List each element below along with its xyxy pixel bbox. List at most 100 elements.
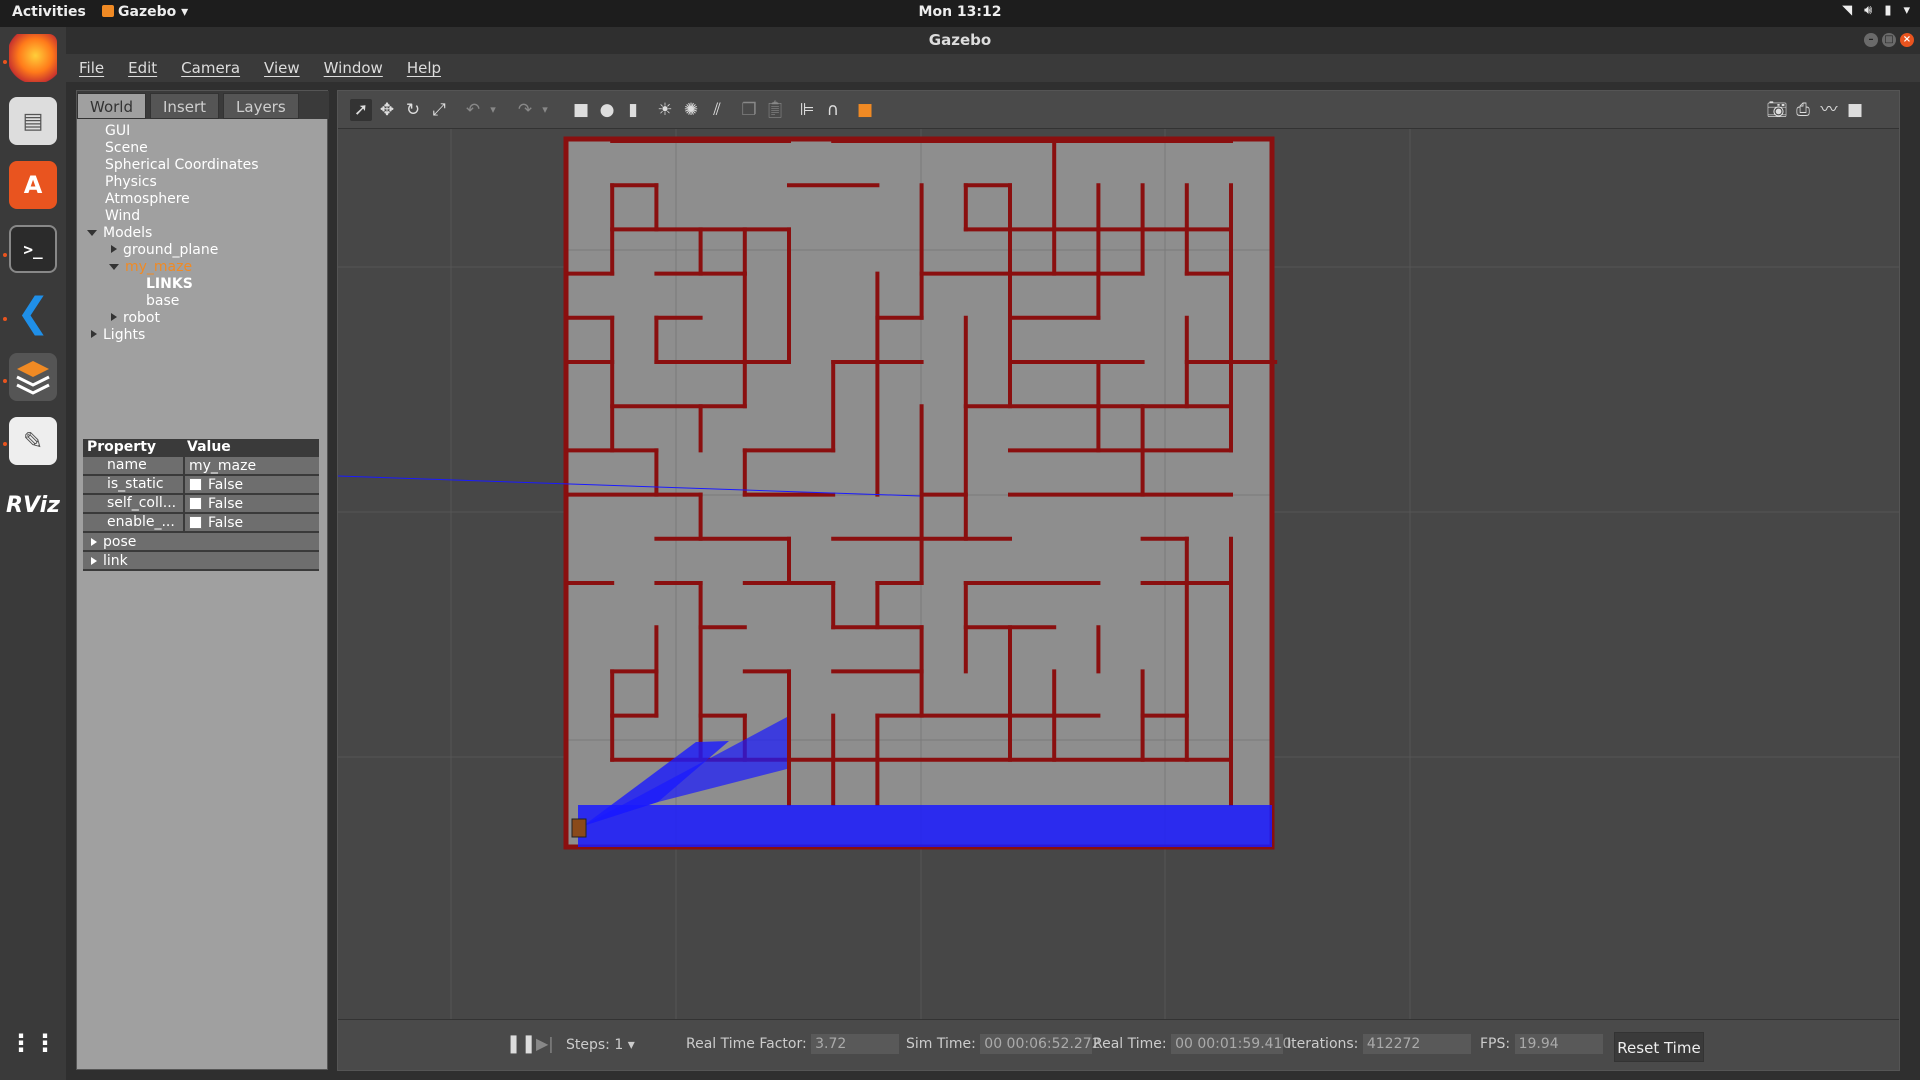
undo-history-icon[interactable]: ▾ [482, 99, 504, 121]
property-value[interactable]: my_maze [183, 457, 319, 474]
sphere-shape-icon[interactable]: ● [596, 99, 618, 121]
tree-item-atmosphere[interactable]: Atmosphere [77, 191, 329, 208]
app-menu[interactable]: Gazebo ▾ [102, 4, 188, 20]
tab-layers[interactable]: Layers [223, 93, 299, 119]
tree-item-spherical[interactable]: Spherical Coordinates [77, 157, 329, 174]
expand-right-icon[interactable] [91, 537, 97, 546]
undo-icon[interactable]: ↶ [462, 99, 484, 121]
fps-stat: FPS: 19.94 [1480, 1034, 1603, 1054]
video-record-icon[interactable]: ■ [1844, 99, 1866, 121]
volume-icon[interactable]: 🔊︎ [1864, 3, 1872, 18]
paste-icon[interactable]: 📋︎ [764, 99, 786, 121]
menu-edit[interactable]: Edit [128, 59, 157, 77]
property-name: is_static [83, 476, 183, 493]
checkbox[interactable] [189, 516, 202, 529]
vscode-icon[interactable]: ❮ [9, 289, 57, 337]
property-link[interactable]: link [83, 552, 319, 571]
select-tool-icon[interactable]: ➚ [350, 99, 372, 121]
tree-item-robot[interactable]: robot [77, 310, 329, 327]
tree-item-my-maze[interactable]: my_maze [77, 259, 329, 276]
expand-right-icon[interactable] [91, 556, 97, 565]
viewport-toolbar: ➚ ✥ ↻ ⤢ ↶ ▾ ↷ ▾ ■ ● ▮ ☀ ✺ ⫽ ❐ 📋︎ ⊫ ∩ ■ 📷… [338, 91, 1899, 129]
steps-control[interactable]: Steps: 1 ▾ [566, 1037, 635, 1053]
tab-insert[interactable]: Insert [150, 93, 220, 119]
expand-right-icon[interactable] [91, 330, 97, 338]
steps-value[interactable]: 1 [614, 1037, 623, 1053]
redo-icon[interactable]: ↷ [514, 99, 536, 121]
expand-right-icon[interactable] [111, 245, 117, 253]
window-title: Gazebo [928, 31, 992, 49]
terminal-icon[interactable]: >_ [9, 225, 57, 273]
property-value[interactable]: False [183, 476, 319, 493]
scale-tool-icon[interactable]: ⤢ [428, 99, 450, 121]
directional-light-icon[interactable]: ⫽ [706, 99, 728, 121]
maze-render[interactable] [338, 129, 1899, 1019]
rviz-icon[interactable]: RViz [6, 481, 60, 529]
minimize-button[interactable]: – [1864, 33, 1878, 47]
menu-view[interactable]: View [264, 59, 300, 77]
expand-right-icon[interactable] [111, 313, 117, 321]
tree-item-links[interactable]: LINKS [77, 276, 329, 293]
property-pose[interactable]: pose [83, 533, 319, 552]
log-icon[interactable]: ⎙ [1792, 99, 1814, 121]
translate-tool-icon[interactable]: ✥ [376, 99, 398, 121]
tree-item-scene[interactable]: Scene [77, 140, 329, 157]
menu-file[interactable]: File [79, 59, 104, 77]
tree-item-gui[interactable]: GUI [77, 123, 329, 140]
running-indicator [3, 60, 7, 64]
property-value[interactable]: False [183, 495, 319, 512]
spot-light-icon[interactable]: ✺ [680, 99, 702, 121]
view-angle-icon[interactable]: ■ [854, 99, 876, 121]
point-light-icon[interactable]: ☀ [654, 99, 676, 121]
cylinder-shape-icon[interactable]: ▮ [622, 99, 644, 121]
checkbox-label: False [208, 476, 244, 493]
plot-icon[interactable]: 〰 [1818, 99, 1840, 121]
checkbox[interactable] [189, 497, 202, 510]
property-value[interactable]: False [183, 514, 319, 531]
tree-item-physics[interactable]: Physics [77, 174, 329, 191]
show-apps-icon[interactable]: ⋮⋮ [9, 1019, 57, 1067]
step-icon[interactable]: ▶| [536, 1034, 554, 1053]
copy-icon[interactable]: ❐ [738, 99, 760, 121]
expand-down-icon[interactable] [109, 264, 119, 270]
battery-icon[interactable]: ▮ [1884, 3, 1891, 18]
firefox-icon[interactable] [9, 34, 57, 82]
scene-view[interactable] [338, 129, 1899, 1019]
menu-help[interactable]: Help [407, 59, 441, 77]
property-row[interactable]: name my_maze [83, 457, 319, 476]
property-row[interactable]: is_static False [83, 476, 319, 495]
tab-world[interactable]: World [77, 93, 146, 119]
software-center-icon[interactable]: A [9, 161, 57, 209]
gazebo-dock-icon[interactable] [9, 353, 57, 401]
close-button[interactable]: × [1900, 33, 1914, 47]
tree-item-models[interactable]: Models [77, 225, 329, 242]
pause-icon[interactable]: ❚❚ [506, 1033, 536, 1054]
align-icon[interactable]: ⊫ [796, 99, 818, 121]
snap-icon[interactable]: ∩ [822, 99, 844, 121]
reset-time-button[interactable]: Reset Time [1614, 1032, 1704, 1062]
tree-item-lights[interactable]: Lights [77, 327, 329, 344]
checkbox[interactable] [189, 478, 202, 491]
expand-down-icon[interactable] [87, 230, 97, 236]
redo-history-icon[interactable]: ▾ [534, 99, 556, 121]
system-tray[interactable]: ◥ 🔊︎ ▮ ▾ [1842, 3, 1910, 18]
rotate-tool-icon[interactable]: ↻ [402, 99, 424, 121]
tree-item-ground-plane[interactable]: ground_plane [77, 242, 329, 259]
maximize-button[interactable]: □ [1882, 33, 1896, 47]
app-menu-label: Gazebo ▾ [118, 4, 189, 20]
screenshot-icon[interactable]: 📷︎ [1766, 99, 1788, 121]
menu-window[interactable]: Window [324, 59, 383, 77]
files-icon[interactable]: ▤ [9, 97, 57, 145]
tree-item-base[interactable]: base [77, 293, 329, 310]
dropdown-icon[interactable]: ▾ [1903, 3, 1910, 18]
menu-camera[interactable]: Camera [181, 59, 240, 77]
property-row[interactable]: enable_... False [83, 514, 319, 533]
activities-button[interactable]: Activities [12, 4, 86, 20]
property-row[interactable]: self_coll... False [83, 495, 319, 514]
box-shape-icon[interactable]: ■ [570, 99, 592, 121]
wifi-icon[interactable]: ◥ [1842, 3, 1852, 18]
steps-dropdown-icon[interactable]: ▾ [628, 1037, 635, 1053]
clock[interactable]: Mon 13:12 [919, 4, 1002, 20]
tree-item-wind[interactable]: Wind [77, 208, 329, 225]
text-editor-icon[interactable]: ✎ [9, 417, 57, 465]
